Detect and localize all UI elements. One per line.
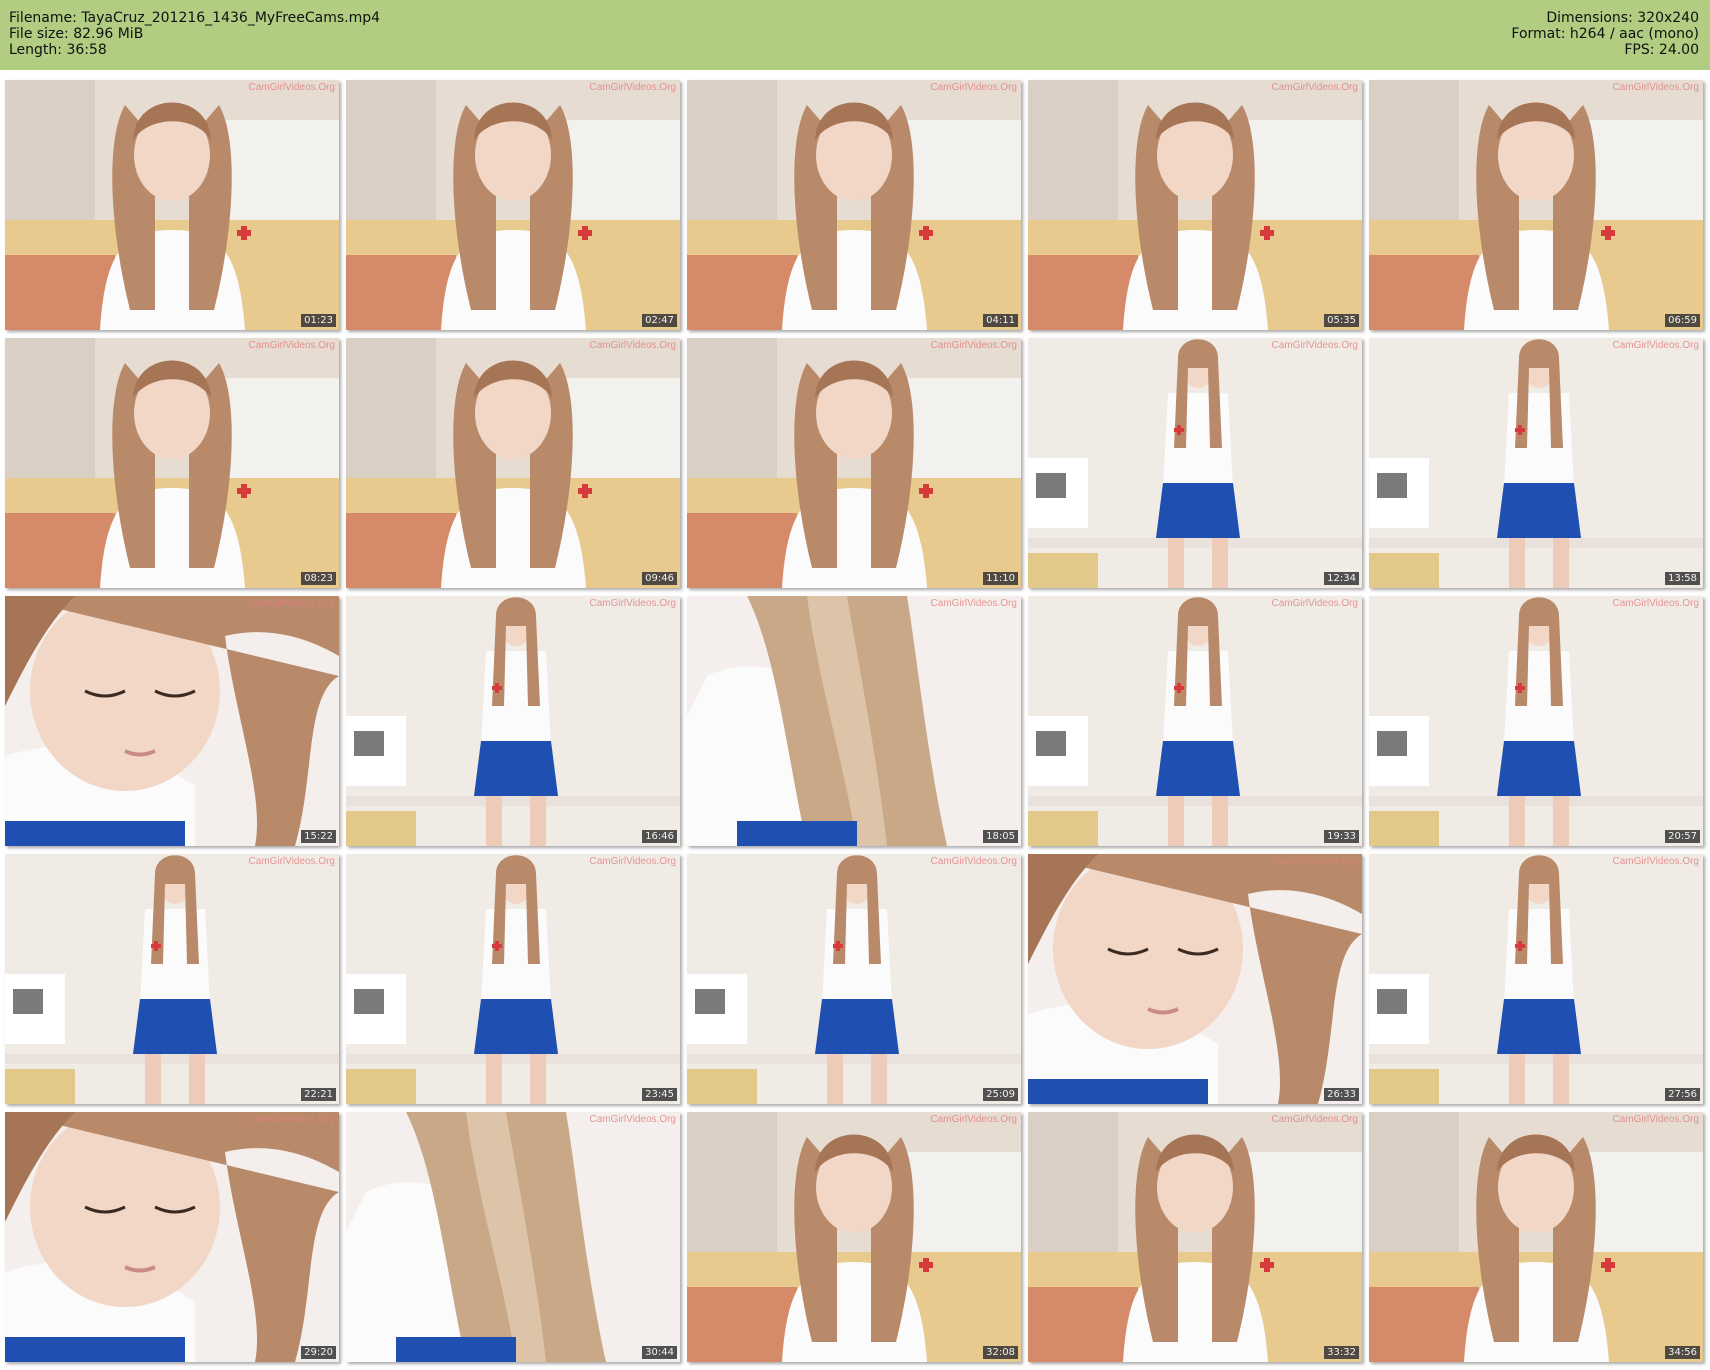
- timestamp-label: 29:20: [301, 1346, 336, 1359]
- watermark-text: CamGirlVideos.Org: [930, 598, 1017, 609]
- video-frame-thumbnail: CamGirlVideos.Org 25:09: [687, 854, 1021, 1104]
- timestamp-label: 02:47: [642, 314, 677, 327]
- watermark-text: CamGirlVideos.Org: [930, 82, 1017, 93]
- video-frame-thumbnail: CamGirlVideos.Org 27:56: [1369, 854, 1703, 1104]
- video-frame-thumbnail: CamGirlVideos.Org 11:10: [687, 338, 1021, 588]
- video-frame-thumbnail: CamGirlVideos.Org 13:58: [1369, 338, 1703, 588]
- watermark-text: CamGirlVideos.Org: [1612, 598, 1699, 609]
- video-frame-thumbnail: CamGirlVideos.Org 30:44: [346, 1112, 680, 1362]
- length-label: Length:: [9, 42, 63, 58]
- video-frame-thumbnail: CamGirlVideos.Org 08:23: [5, 338, 339, 588]
- watermark-text: CamGirlVideos.Org: [1271, 82, 1358, 93]
- length-line: Length: 36:58: [9, 42, 380, 58]
- timestamp-label: 08:23: [301, 572, 336, 585]
- watermark-text: CamGirlVideos.Org: [589, 1114, 676, 1125]
- video-frame-thumbnail: CamGirlVideos.Org 26:33: [1028, 854, 1362, 1104]
- format-line: Format: h264 / aac (mono): [1511, 26, 1699, 42]
- timestamp-label: 33:32: [1324, 1346, 1359, 1359]
- info-header: Filename: TayaCruz_201216_1436_MyFreeCam…: [0, 0, 1710, 70]
- timestamp-label: 25:09: [983, 1088, 1018, 1101]
- length-value: 36:58: [66, 42, 107, 58]
- timestamp-label: 27:56: [1665, 1088, 1700, 1101]
- watermark-text: CamGirlVideos.Org: [1612, 340, 1699, 351]
- timestamp-label: 15:22: [301, 830, 336, 843]
- watermark-text: CamGirlVideos.Org: [1271, 598, 1358, 609]
- format-value: h264 / aac (mono): [1569, 26, 1699, 42]
- watermark-text: CamGirlVideos.Org: [930, 1114, 1017, 1125]
- watermark-text: CamGirlVideos.Org: [589, 82, 676, 93]
- video-frame-thumbnail: CamGirlVideos.Org 34:56: [1369, 1112, 1703, 1362]
- filesize-value: 82.96 MiB: [73, 26, 144, 42]
- timestamp-label: 01:23: [301, 314, 336, 327]
- video-frame-thumbnail: CamGirlVideos.Org 18:05: [687, 596, 1021, 846]
- timestamp-label: 32:08: [983, 1346, 1018, 1359]
- video-frame-thumbnail: CamGirlVideos.Org 09:46: [346, 338, 680, 588]
- watermark-text: CamGirlVideos.Org: [1612, 82, 1699, 93]
- timestamp-label: 20:57: [1665, 830, 1700, 843]
- watermark-text: CamGirlVideos.Org: [930, 856, 1017, 867]
- video-frame-thumbnail: CamGirlVideos.Org 12:34: [1028, 338, 1362, 588]
- timestamp-label: 16:46: [642, 830, 677, 843]
- watermark-text: CamGirlVideos.Org: [248, 1114, 335, 1125]
- video-frame-thumbnail: CamGirlVideos.Org 16:46: [346, 596, 680, 846]
- video-frame-thumbnail: CamGirlVideos.Org 32:08: [687, 1112, 1021, 1362]
- filesize-label: File size:: [9, 26, 69, 42]
- video-frame-thumbnail: CamGirlVideos.Org 01:23: [5, 80, 339, 330]
- watermark-text: CamGirlVideos.Org: [1271, 1114, 1358, 1125]
- video-frame-thumbnail: CamGirlVideos.Org 04:11: [687, 80, 1021, 330]
- timestamp-label: 05:35: [1324, 314, 1359, 327]
- filename-label: Filename:: [9, 10, 77, 26]
- filesize-line: File size: 82.96 MiB: [9, 26, 380, 42]
- timestamp-label: 13:58: [1665, 572, 1700, 585]
- dimensions-value: 320x240: [1637, 10, 1699, 26]
- timestamp-label: 30:44: [642, 1346, 677, 1359]
- watermark-text: CamGirlVideos.Org: [589, 856, 676, 867]
- watermark-text: CamGirlVideos.Org: [1271, 856, 1358, 867]
- video-frame-thumbnail: CamGirlVideos.Org 33:32: [1028, 1112, 1362, 1362]
- video-frame-thumbnail: CamGirlVideos.Org 20:57: [1369, 596, 1703, 846]
- video-frame-thumbnail: CamGirlVideos.Org 06:59: [1369, 80, 1703, 330]
- video-frame-thumbnail: CamGirlVideos.Org 15:22: [5, 596, 339, 846]
- file-info: Filename: TayaCruz_201216_1436_MyFreeCam…: [9, 10, 380, 58]
- watermark-text: CamGirlVideos.Org: [589, 340, 676, 351]
- video-frame-thumbnail: CamGirlVideos.Org 19:33: [1028, 596, 1362, 846]
- video-frame-thumbnail: CamGirlVideos.Org 23:45: [346, 854, 680, 1104]
- timestamp-label: 18:05: [983, 830, 1018, 843]
- timestamp-label: 19:33: [1324, 830, 1359, 843]
- dimensions-label: Dimensions:: [1546, 10, 1633, 26]
- filename-line: Filename: TayaCruz_201216_1436_MyFreeCam…: [9, 10, 380, 26]
- fps-line: FPS: 24.00: [1511, 42, 1699, 58]
- thumbnail-grid: CamGirlVideos.Org 01:23 CamGirlVideos.Org 0…: [5, 80, 1703, 1362]
- timestamp-label: 04:11: [983, 314, 1018, 327]
- format-label: Format:: [1511, 26, 1566, 42]
- video-frame-thumbnail: CamGirlVideos.Org 05:35: [1028, 80, 1362, 330]
- watermark-text: CamGirlVideos.Org: [1612, 856, 1699, 867]
- fps-value: 24.00: [1658, 42, 1699, 58]
- video-frame-thumbnail: CamGirlVideos.Org 22:21: [5, 854, 339, 1104]
- video-frame-thumbnail: CamGirlVideos.Org 02:47: [346, 80, 680, 330]
- watermark-text: CamGirlVideos.Org: [1271, 340, 1358, 351]
- timestamp-label: 12:34: [1324, 572, 1359, 585]
- timestamp-label: 23:45: [642, 1088, 677, 1101]
- watermark-text: CamGirlVideos.Org: [248, 82, 335, 93]
- dimensions-line: Dimensions: 320x240: [1511, 10, 1699, 26]
- timestamp-label: 26:33: [1324, 1088, 1359, 1101]
- fps-label: FPS:: [1624, 42, 1655, 58]
- watermark-text: CamGirlVideos.Org: [248, 856, 335, 867]
- timestamp-label: 09:46: [642, 572, 677, 585]
- timestamp-label: 22:21: [301, 1088, 336, 1101]
- timestamp-label: 06:59: [1665, 314, 1700, 327]
- media-info: Dimensions: 320x240 Format: h264 / aac (…: [1511, 10, 1699, 58]
- timestamp-label: 11:10: [983, 572, 1018, 585]
- watermark-text: CamGirlVideos.Org: [589, 598, 676, 609]
- watermark-text: CamGirlVideos.Org: [248, 598, 335, 609]
- watermark-text: CamGirlVideos.Org: [930, 340, 1017, 351]
- watermark-text: CamGirlVideos.Org: [248, 340, 335, 351]
- video-frame-thumbnail: CamGirlVideos.Org 29:20: [5, 1112, 339, 1362]
- timestamp-label: 34:56: [1665, 1346, 1700, 1359]
- filename-value: TayaCruz_201216_1436_MyFreeCams.mp4: [81, 10, 381, 26]
- watermark-text: CamGirlVideos.Org: [1612, 1114, 1699, 1125]
